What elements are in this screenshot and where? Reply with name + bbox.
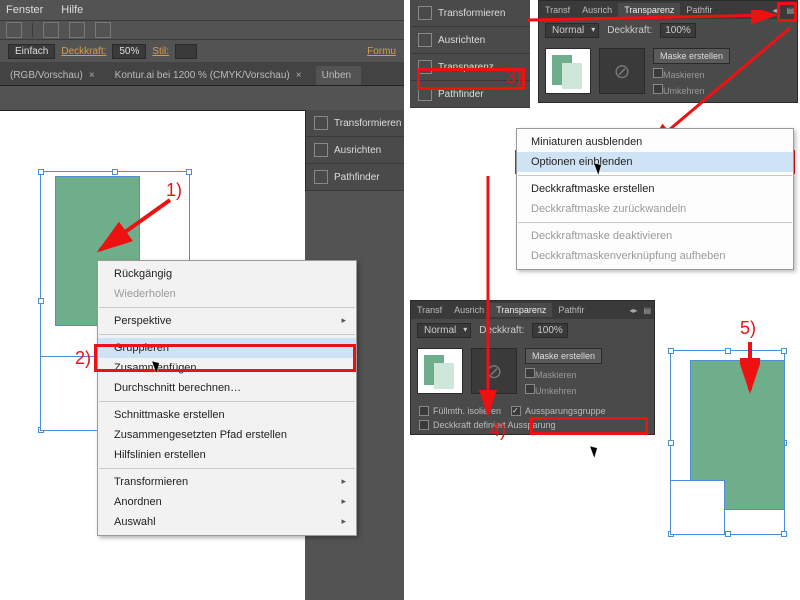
context-menu: Rückgängig Wiederholen Perspektive Grupp… bbox=[97, 260, 357, 536]
flyout-disable-opacity-mask: Deckkraftmaske deaktivieren bbox=[517, 226, 793, 246]
transform-icon bbox=[418, 6, 432, 20]
flyout-hide-thumbs[interactable]: Miniaturen ausblenden bbox=[517, 132, 793, 152]
panel-flyout-menu: Miniaturen ausblenden Optionen einblende… bbox=[516, 128, 794, 270]
tab-transf[interactable]: Transf bbox=[539, 3, 576, 17]
tab-transparenz[interactable]: Transparenz bbox=[490, 303, 552, 317]
stroke-type[interactable]: Einfach bbox=[8, 44, 55, 59]
make-mask-button[interactable]: Maske erstellen bbox=[653, 48, 730, 64]
ctx-average[interactable]: Durchschnitt berechnen… bbox=[98, 378, 356, 398]
panel-ausrichten[interactable]: Ausrichten bbox=[410, 27, 530, 54]
mask-clip-check: Maskieren bbox=[525, 368, 602, 380]
opacity-label[interactable]: Deckkraft: bbox=[61, 46, 106, 57]
mask-invert-check: Umkehren bbox=[653, 84, 730, 96]
tab-transf[interactable]: Transf bbox=[411, 303, 448, 317]
style-label[interactable]: Stil: bbox=[152, 46, 169, 57]
toolbar-icon[interactable] bbox=[69, 22, 85, 38]
opacity-label: Deckkraft: bbox=[607, 25, 652, 36]
opacity-field[interactable]: 50% bbox=[112, 44, 146, 59]
ctx-join[interactable]: Zusammenfügen bbox=[98, 358, 356, 378]
style-field[interactable] bbox=[175, 44, 197, 59]
close-icon[interactable]: × bbox=[296, 70, 302, 81]
panel-tabs: Transf Ausrich Transparenz Pathfir ◂▸ ▤ bbox=[539, 1, 797, 19]
options-bar: Einfach Deckkraft: 50% Stil: Formu bbox=[0, 40, 404, 62]
transform-icon bbox=[314, 116, 328, 130]
menu-bar: Fenster Hilfe bbox=[0, 0, 404, 20]
opacity-defines-knockout-check[interactable]: Deckkraft definiert Aussparung bbox=[419, 420, 556, 430]
object-thumb[interactable] bbox=[545, 48, 591, 94]
ctx-compoundpath[interactable]: Zusammengesetzten Pfad erstellen bbox=[98, 425, 356, 445]
ctx-clipmask[interactable]: Schnittmaske erstellen bbox=[98, 405, 356, 425]
annotation-label-2: 2) bbox=[75, 348, 91, 369]
app-icon-bar bbox=[0, 20, 404, 40]
knockout-group-check[interactable]: Aussparungsgruppe bbox=[511, 406, 606, 416]
annotation-label-5: 5) bbox=[740, 318, 756, 339]
tab-pathfir[interactable]: Pathfir bbox=[552, 303, 590, 317]
ctx-undo[interactable]: Rückgängig bbox=[98, 264, 356, 284]
blend-mode-select[interactable]: Normal bbox=[545, 23, 599, 38]
object-thumb[interactable] bbox=[417, 348, 463, 394]
align-icon bbox=[418, 33, 432, 47]
align-icon bbox=[314, 143, 328, 157]
result-canvas[interactable] bbox=[660, 310, 800, 560]
ctx-group[interactable]: Gruppieren bbox=[98, 338, 356, 358]
opacity-field[interactable]: 100% bbox=[532, 323, 568, 338]
mask-invert-check: Umkehren bbox=[525, 384, 602, 396]
tab-pathfir[interactable]: Pathfir bbox=[680, 3, 718, 17]
tab-transparenz[interactable]: Transparenz bbox=[618, 3, 680, 17]
flyout-make-opacity-mask[interactable]: Deckkraftmaske erstellen bbox=[517, 179, 793, 199]
tab-ausrich[interactable]: Ausrich bbox=[576, 3, 618, 17]
toolbar-icon[interactable] bbox=[95, 22, 111, 38]
document-tabs: (RGB/Vorschau)× Kontur.ai bei 1200 % (CM… bbox=[0, 62, 404, 86]
pathfinder-icon bbox=[418, 87, 432, 101]
mask-thumb-empty[interactable]: ⊘ bbox=[471, 348, 517, 394]
flyout-unlink-opacity-mask: Deckkraftmaskenverknüpfung aufheben bbox=[517, 246, 793, 266]
annotation-label-3: 3) bbox=[506, 67, 522, 88]
close-icon[interactable]: × bbox=[89, 70, 95, 81]
pathfinder-icon bbox=[314, 170, 328, 184]
annotation-label-4: 4) bbox=[490, 420, 506, 441]
doc-tab[interactable]: (RGB/Vorschau)× bbox=[4, 66, 105, 85]
panel-pathfinder[interactable]: Pathfinder bbox=[306, 164, 404, 191]
mask-thumb-empty[interactable]: ⊘ bbox=[599, 48, 645, 94]
panel-dock-right: Transformieren Ausrichten Transparenz Pa… bbox=[410, 0, 530, 108]
panel-menu-icon[interactable]: ▤ bbox=[783, 6, 797, 15]
ctx-guides[interactable]: Hilfslinien erstellen bbox=[98, 445, 356, 465]
panel-tabs: Transf Ausrich Transparenz Pathfir ◂▸ ▤ bbox=[411, 301, 654, 319]
collapse-icon[interactable]: ◂▸ bbox=[626, 306, 640, 315]
annotation-label-1: 1) bbox=[166, 180, 182, 201]
panel-dock: Transformieren Ausrichten Pathfinder bbox=[305, 110, 404, 191]
ctx-transform[interactable]: Transformieren bbox=[98, 472, 356, 492]
panel-menu-icon[interactable]: ▤ bbox=[640, 306, 654, 315]
ctx-perspective[interactable]: Perspektive bbox=[98, 311, 356, 331]
panel-transformieren[interactable]: Transformieren bbox=[306, 110, 404, 137]
toolbar-icon[interactable] bbox=[43, 22, 59, 38]
panel-ausrichten[interactable]: Ausrichten bbox=[306, 137, 404, 164]
shape-white-rect-knockout[interactable] bbox=[670, 480, 725, 535]
tab-ausrich[interactable]: Ausrich bbox=[448, 303, 490, 317]
ctx-redo: Wiederholen bbox=[98, 284, 356, 304]
make-mask-button[interactable]: Maske erstellen bbox=[525, 348, 602, 364]
panel-transformieren[interactable]: Transformieren bbox=[410, 0, 530, 27]
menu-hilfe[interactable]: Hilfe bbox=[61, 2, 83, 18]
opacity-label: Deckkraft: bbox=[479, 325, 524, 336]
blend-mode-select[interactable]: Normal bbox=[417, 323, 471, 338]
isolate-blending-check[interactable]: Füllmth. isolieren bbox=[419, 406, 501, 416]
transparency-icon bbox=[418, 60, 432, 74]
opacity-field[interactable]: 100% bbox=[660, 23, 696, 38]
ctx-select[interactable]: Auswahl bbox=[98, 512, 356, 532]
menu-fenster[interactable]: Fenster bbox=[6, 2, 43, 18]
flyout-show-options[interactable]: Optionen einblenden bbox=[517, 152, 793, 172]
flyout-release-opacity-mask: Deckkraftmaske zurückwandeln bbox=[517, 199, 793, 219]
doc-tab[interactable]: Unben bbox=[316, 66, 361, 85]
ctx-arrange[interactable]: Anordnen bbox=[98, 492, 356, 512]
doc-tab[interactable]: Kontur.ai bei 1200 % (CMYK/Vorschau)× bbox=[109, 66, 312, 85]
collapse-icon[interactable]: ◂▸ bbox=[769, 6, 783, 15]
form-link[interactable]: Formu bbox=[367, 46, 396, 57]
mask-clip-check: Maskieren bbox=[653, 68, 730, 80]
toolbar-icon[interactable] bbox=[6, 22, 22, 38]
